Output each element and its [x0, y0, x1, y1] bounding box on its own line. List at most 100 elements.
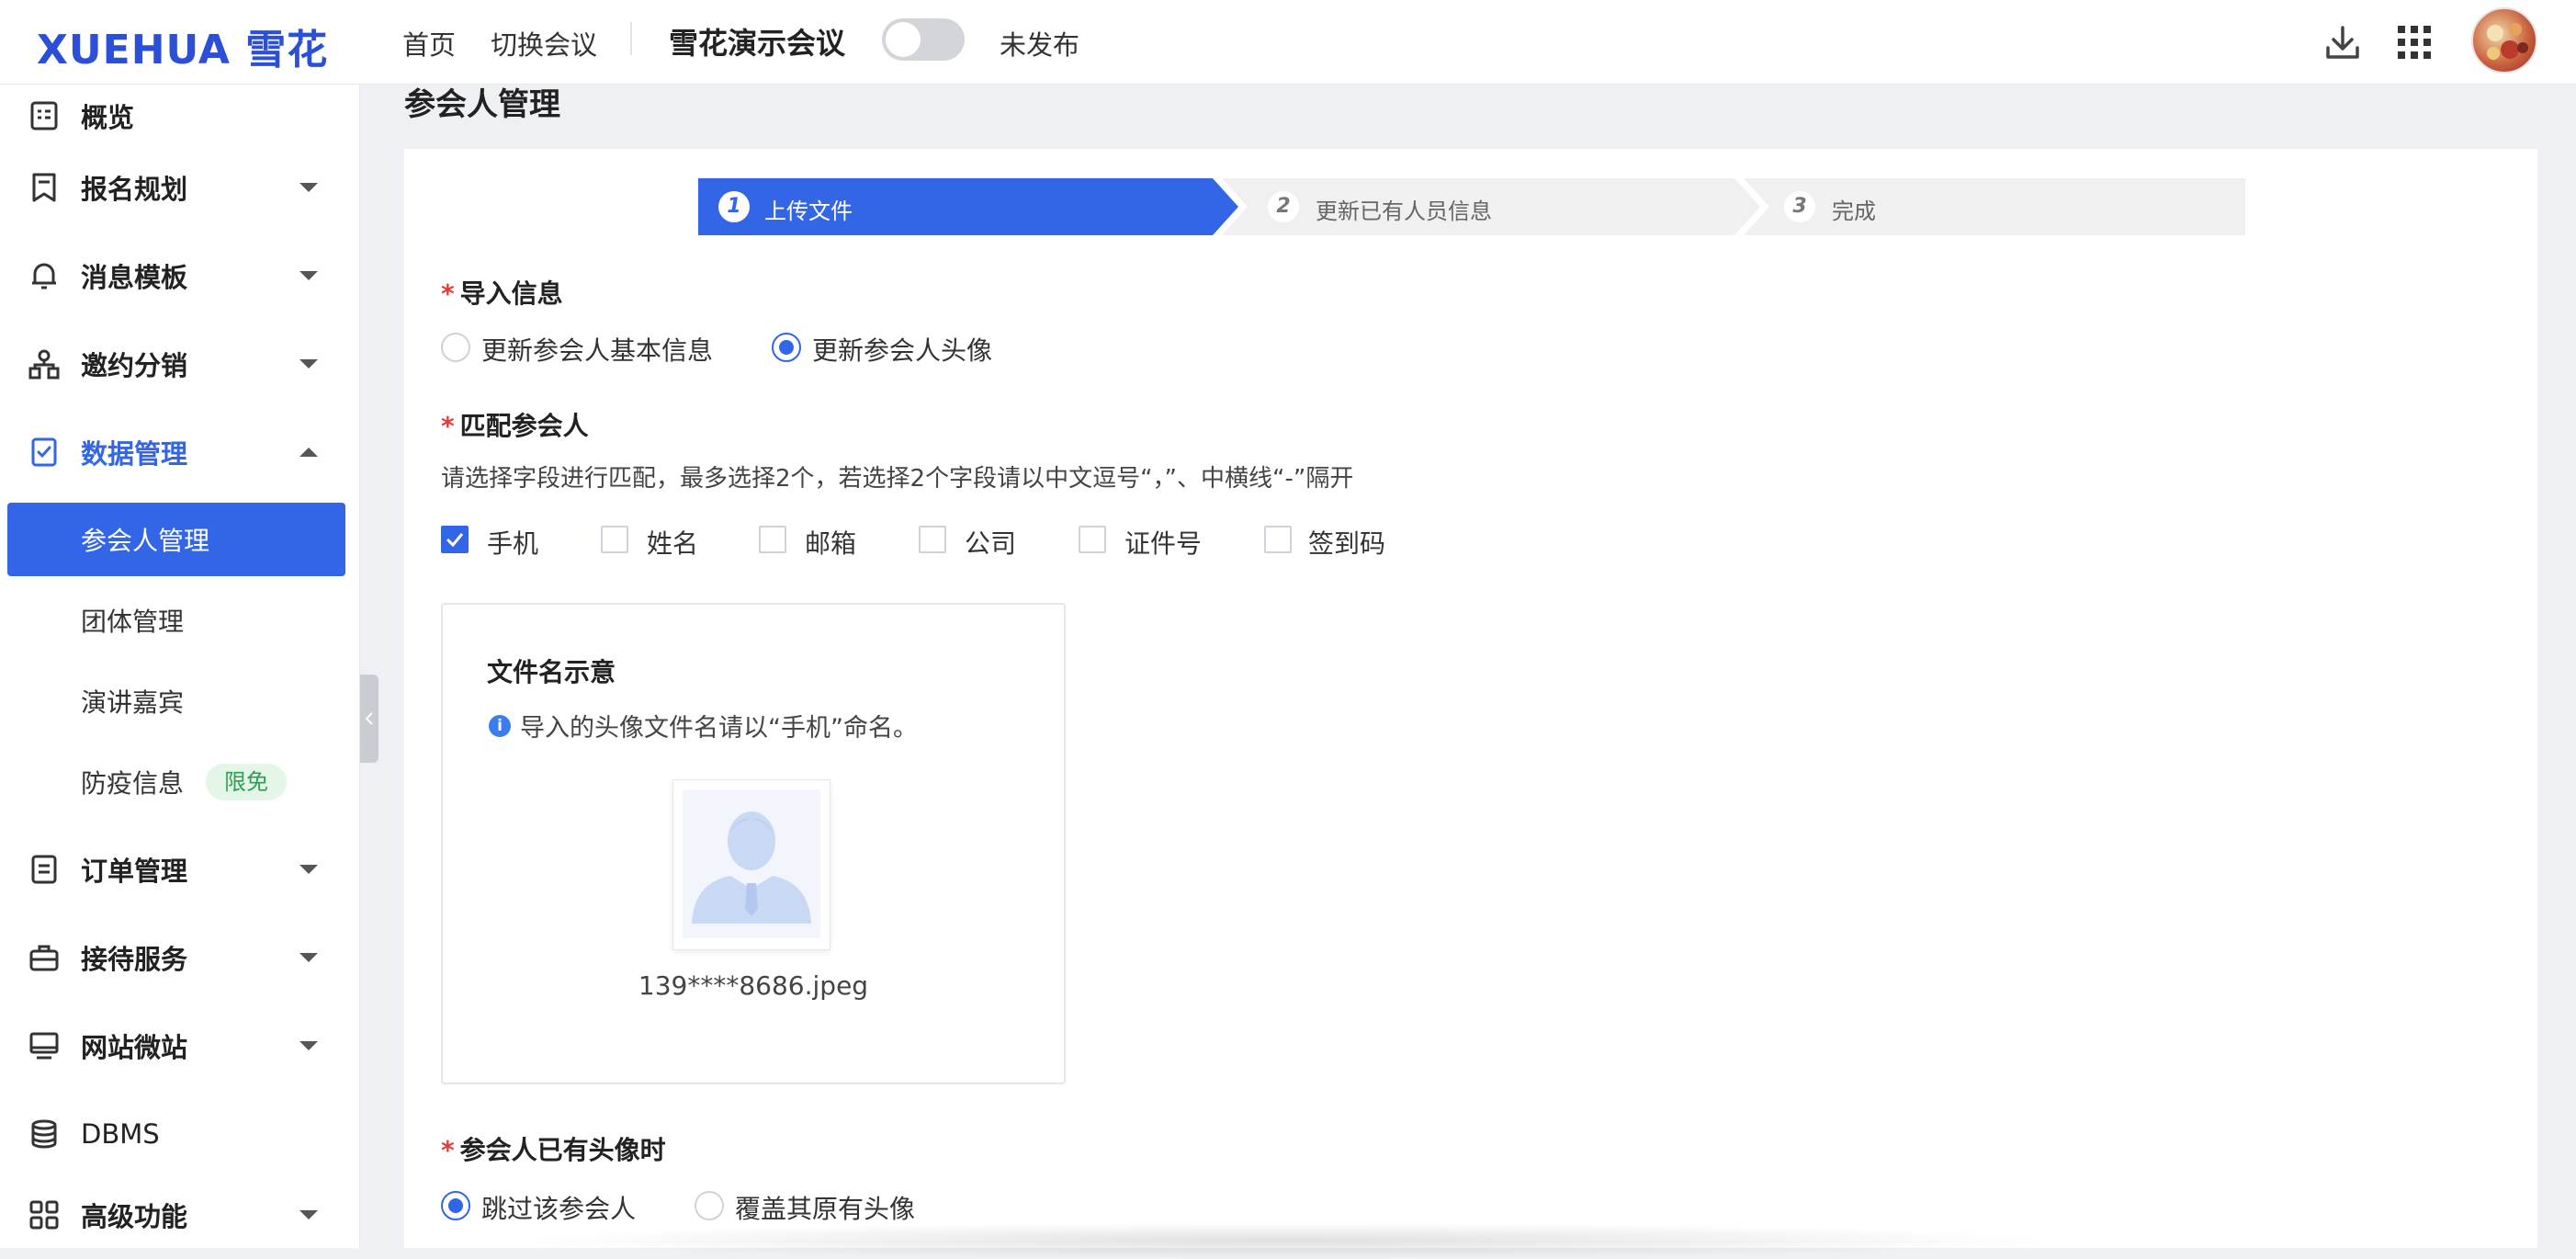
chevron-down-icon — [299, 359, 318, 369]
sample-title: 文件名示意 — [487, 657, 616, 687]
step-1-number: 1 — [718, 191, 750, 222]
required-mark: * — [441, 411, 455, 441]
match-hint: 请选择字段进行匹配，最多选择2个，若选择2个字段请以中文逗号“，”、中横线“-”… — [441, 465, 1354, 493]
checkbox-company-label: 公司 — [965, 528, 1017, 559]
sidebar-item-label: 接待服务 — [81, 944, 188, 975]
chevron-up-icon — [299, 448, 318, 457]
check-icon — [446, 533, 464, 548]
sidebar-item-registration[interactable]: 报名规划 — [0, 149, 360, 226]
checkbox-phone-label: 手机 — [487, 528, 539, 559]
checkbox-id-number[interactable] — [1079, 526, 1106, 553]
checkbox-email[interactable] — [759, 526, 786, 553]
conference-title: 雪花演示会议 — [669, 26, 846, 61]
sidebar-item-invitation[interactable]: 邀约分销 — [0, 325, 360, 403]
match-attendee-text: 匹配参会人 — [459, 411, 589, 441]
chevron-left-icon — [365, 712, 373, 725]
radio-update-basic-info-label: 更新参会人基本信息 — [481, 335, 714, 366]
chevron-down-icon — [299, 953, 318, 962]
footer-shadow — [514, 1222, 2058, 1259]
briefcase-icon — [29, 945, 59, 971]
checkbox-phone[interactable] — [441, 526, 469, 553]
checkbox-email-label: 邮箱 — [805, 528, 857, 559]
bookmark-icon — [32, 173, 56, 202]
sidebar-subitem-speakers[interactable]: 演讲嘉宾 — [7, 664, 345, 738]
sidebar-item-website[interactable]: 网站微站 — [0, 1007, 360, 1084]
publish-toggle[interactable] — [882, 18, 965, 61]
checkbox-id-number-label: 证件号 — [1124, 528, 1203, 559]
sample-note: 导入的头像文件名请以“手机”命名。 — [520, 714, 918, 743]
step-2-number: 2 — [1268, 191, 1299, 222]
step-2-label: 更新已有人员信息 — [1316, 198, 1492, 224]
sidebar-subitem-attendees[interactable]: 参会人管理 — [7, 503, 345, 576]
sidebar-subitem-label: 防疫信息 — [81, 768, 185, 799]
user-avatar[interactable] — [2471, 7, 2537, 74]
step-1-label: 上传文件 — [764, 198, 853, 224]
required-mark: * — [441, 278, 455, 309]
publish-status: 未发布 — [1000, 29, 1080, 61]
bell-icon — [32, 263, 56, 289]
sidebar-subitem-epidemic-info[interactable]: 防疫信息 限免 — [7, 745, 345, 819]
existing-avatar-text: 参会人已有头像时 — [459, 1135, 666, 1165]
grid-icon — [29, 1200, 59, 1230]
sidebar-collapse-handle[interactable] — [360, 675, 378, 763]
download-icon[interactable] — [2321, 20, 2365, 64]
chevron-down-icon — [299, 865, 318, 874]
sidebar-item-data-management[interactable]: 数据管理 — [0, 414, 360, 491]
sidebar-item-label: 高级功能 — [81, 1201, 188, 1232]
info-icon: i — [489, 715, 511, 737]
chevron-down-icon — [299, 183, 318, 192]
order-icon — [31, 855, 57, 884]
sidebar-item-orders[interactable]: 订单管理 — [0, 831, 360, 908]
sidebar-item-label: 订单管理 — [81, 856, 188, 887]
top-bar: XUEHUA 雪花 首页 切换会议 雪花演示会议 未发布 — [0, 0, 2576, 85]
sidebar-item-advanced[interactable]: 高级功能 — [0, 1176, 360, 1253]
chevron-down-icon — [299, 271, 318, 280]
import-info-text: 导入信息 — [459, 278, 563, 309]
sidebar-subitem-label: 参会人管理 — [81, 526, 210, 556]
monitor-icon — [29, 1032, 59, 1060]
radio-update-basic-info[interactable] — [441, 333, 470, 362]
checkbox-company[interactable] — [919, 526, 946, 553]
step-3-label: 完成 — [1832, 198, 1876, 224]
data-icon — [31, 437, 57, 467]
sidebar-item-label: 网站微站 — [81, 1032, 188, 1063]
checkbox-name[interactable] — [601, 526, 628, 553]
checkbox-name-label: 姓名 — [647, 528, 699, 559]
chevron-down-icon — [299, 1041, 318, 1050]
database-icon — [31, 1119, 57, 1149]
sidebar-item-overview[interactable]: 概览 — [0, 77, 360, 154]
nav-home-link[interactable]: 首页 — [402, 24, 456, 62]
sidebar-subitem-label: 演讲嘉宾 — [81, 687, 185, 718]
sample-filename: 139****8686.jpeg — [638, 970, 869, 1001]
radio-overwrite-avatar[interactable] — [695, 1191, 724, 1220]
sidebar-item-label: 数据管理 — [81, 438, 188, 470]
sidebar-subitem-groups[interactable]: 团体管理 — [7, 584, 345, 657]
radio-overwrite-avatar-label: 覆盖其原有头像 — [735, 1194, 916, 1224]
existing-avatar-label: * 参会人已有头像时 — [441, 1130, 666, 1167]
sidebar: 概览 报名规划 消息模板 邀约分销 数据管理 参会人管理 团体管理 演讲嘉宾 防… — [0, 85, 360, 1248]
step-3-number: 3 — [1784, 191, 1815, 222]
sidebar-item-reception[interactable]: 接待服务 — [0, 919, 360, 996]
apps-grid-icon[interactable] — [2392, 20, 2436, 64]
sidebar-item-label: 邀约分销 — [81, 350, 188, 381]
radio-skip-attendee-label: 跳过该参会人 — [481, 1194, 637, 1224]
checkbox-checkin-code[interactable] — [1264, 526, 1292, 553]
step-3-bg — [1744, 178, 2245, 235]
page-title: 参会人管理 — [404, 86, 560, 123]
sidebar-item-label: 概览 — [81, 102, 135, 133]
radio-update-avatar[interactable] — [772, 333, 801, 362]
chevron-down-icon — [299, 1210, 318, 1219]
match-attendee-label: * 匹配参会人 — [441, 406, 589, 443]
nav-switch-conference-link[interactable]: 切换会议 — [491, 24, 597, 62]
radio-skip-attendee[interactable] — [441, 1191, 470, 1220]
toggle-knob — [886, 22, 921, 57]
checkbox-checkin-code-label: 签到码 — [1308, 528, 1386, 559]
sidebar-item-label: 报名规划 — [81, 174, 188, 205]
radio-update-avatar-label: 更新参会人头像 — [812, 335, 993, 366]
sidebar-item-dbms[interactable]: DBMS — [0, 1095, 360, 1173]
sidebar-item-message-templates[interactable]: 消息模板 — [0, 237, 360, 314]
brand-logo[interactable]: XUEHUA 雪花 — [37, 17, 328, 75]
sidebar-item-label: DBMS — [81, 1118, 160, 1150]
sample-avatar-card — [672, 779, 830, 950]
person-placeholder-icon — [683, 789, 820, 938]
